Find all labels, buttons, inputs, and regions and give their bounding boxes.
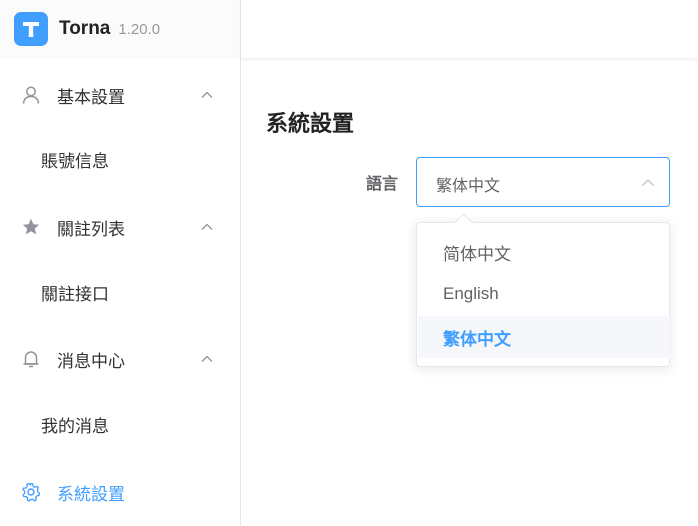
star-icon — [21, 217, 41, 237]
chevron-up-icon — [199, 219, 215, 235]
sidebar-item-account-info[interactable]: 賬號信息 — [0, 131, 240, 187]
chevron-up-icon — [640, 175, 656, 191]
sidebar-item-watched-apis[interactable]: 關註接口 — [0, 264, 240, 320]
sidebar-item-label: 賬號信息 — [41, 151, 109, 172]
sidebar-item-label: 系統設置 — [57, 484, 125, 505]
menu-group-label: 關註列表 — [57, 219, 125, 240]
menu-group-watch-list[interactable]: 關註列表 — [0, 199, 240, 255]
sidebar: Torna 1.20.0 基本設置 賬號信息 關註列表 關註接口 消息中心 我的… — [0, 0, 241, 526]
chevron-up-icon — [199, 351, 215, 367]
menu-group-message-center[interactable]: 消息中心 — [0, 331, 240, 387]
menu-group-label: 消息中心 — [57, 351, 125, 372]
page-title: 系統設置 — [266, 112, 355, 137]
gear-icon — [21, 482, 41, 502]
top-bar — [241, 0, 698, 59]
brand: Torna 1.20.0 — [0, 0, 240, 58]
language-option-traditional-chinese[interactable]: 繁体中文 — [418, 316, 670, 358]
menu-group-label: 基本設置 — [57, 87, 125, 108]
language-option-english[interactable]: English — [418, 273, 670, 315]
user-icon — [21, 85, 41, 105]
language-label: 語言 — [366, 174, 399, 193]
sidebar-item-my-messages[interactable]: 我的消息 — [0, 396, 240, 452]
language-option-simplified-chinese[interactable]: 简体中文 — [418, 231, 670, 273]
sidebar-item-label: 我的消息 — [41, 416, 109, 437]
app-name: Torna — [59, 18, 111, 39]
language-dropdown: 简体中文 English 繁体中文 — [416, 222, 670, 367]
language-select-value: 繁体中文 — [436, 176, 501, 195]
torna-logo — [14, 12, 48, 46]
sidebar-item-system-settings[interactable]: 系統設置 — [0, 464, 240, 520]
sidebar-item-label: 關註接口 — [41, 284, 109, 305]
chevron-up-icon — [199, 87, 215, 103]
language-select[interactable]: 繁体中文 — [416, 157, 670, 207]
bell-icon — [21, 349, 41, 369]
app-version: 1.20.0 — [118, 20, 161, 38]
menu-group-basic-settings[interactable]: 基本設置 — [0, 67, 240, 123]
